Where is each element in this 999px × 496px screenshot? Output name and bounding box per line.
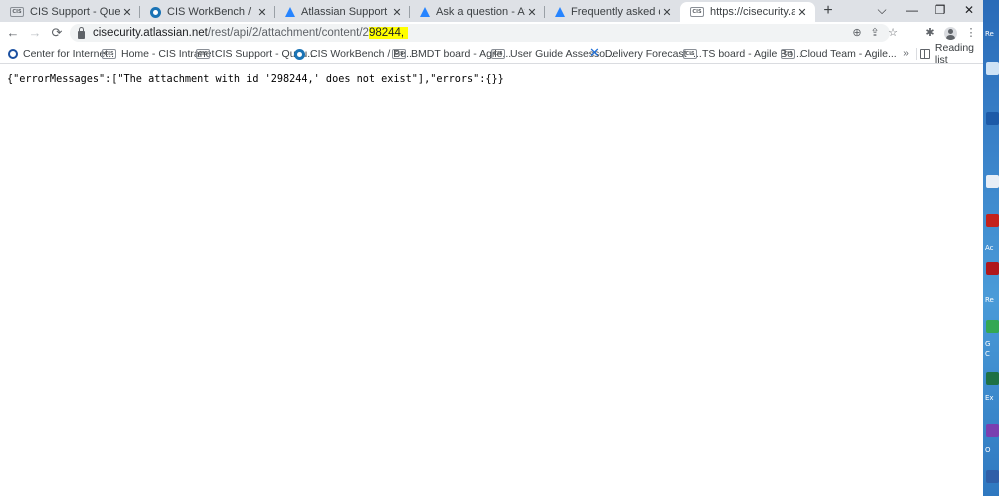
desktop-icon-label: O: [985, 446, 991, 454]
tab-search-button[interactable]: ⌵: [867, 0, 897, 22]
back-button[interactable]: ←: [4, 24, 22, 42]
cis-favicon-icon: CIS: [392, 49, 406, 59]
atlassian-favicon-icon: [420, 7, 430, 17]
close-tab-icon[interactable]: ✕: [525, 6, 539, 19]
json-error-response: {"errorMessages":["The attachment with i…: [7, 74, 504, 85]
tab-title: Ask a question - Atlassian C: [436, 6, 525, 18]
bookmark-center-for-internet[interactable]: Center for Internet...: [8, 46, 117, 62]
tab-active-attachment[interactable]: CIS https://cisecurity.atlassian.n ✕: [680, 2, 815, 22]
tab-atlassian-support[interactable]: Atlassian Support ✕: [275, 2, 410, 22]
close-tab-icon[interactable]: ✕: [795, 6, 809, 19]
cis-favicon-icon: CIS: [102, 49, 116, 59]
reload-button[interactable]: ⟳: [48, 24, 66, 42]
desktop-app-icon[interactable]: [986, 372, 999, 385]
page-content: {"errorMessages":["The attachment with i…: [0, 65, 983, 496]
workbench-favicon-icon: [150, 6, 161, 18]
browser-menu-icon[interactable]: ⋮: [962, 24, 980, 42]
tab-cis-support-queues[interactable]: CIS CIS Support - Queues - Serv ✕: [0, 2, 140, 22]
desktop-app-icon[interactable]: [986, 112, 999, 125]
close-tab-icon[interactable]: ✕: [660, 6, 674, 19]
desktop-background: Re Ac Re G C Ex O: [983, 0, 999, 496]
desktop-app-icon[interactable]: [986, 214, 999, 227]
close-tab-icon[interactable]: ✕: [390, 6, 404, 19]
confluence-favicon-icon: ✕: [589, 46, 600, 61]
lock-icon[interactable]: [78, 26, 85, 39]
close-tab-icon[interactable]: ✕: [255, 6, 269, 19]
url-highlighted-segment: 98244,: [368, 27, 409, 39]
desktop-app-icon[interactable]: [986, 320, 999, 333]
forward-button[interactable]: →: [26, 24, 44, 42]
close-tab-icon[interactable]: ✕: [120, 6, 134, 19]
desktop-app-icon[interactable]: [986, 424, 999, 437]
tab-title: https://cisecurity.atlassian.n: [710, 6, 795, 18]
cis-favicon-icon: CIS: [196, 49, 210, 59]
minimize-button[interactable]: —: [897, 0, 927, 22]
tab-cis-workbench[interactable]: CIS WorkBench / Benchmark ✕: [140, 2, 275, 22]
bookmarks-overflow-button[interactable]: »: [900, 46, 912, 62]
tab-title: Frequently asked questions: [571, 6, 660, 18]
close-window-button[interactable]: ✕: [954, 0, 984, 22]
desktop-app-icon[interactable]: [986, 62, 999, 75]
tab-strip: CIS CIS Support - Queues - Serv ✕ CIS Wo…: [0, 0, 983, 22]
desktop-app-icon[interactable]: [986, 175, 999, 188]
bookmark-label: Cloud Team - Agile...: [800, 48, 897, 60]
desktop-icon-label: Ac: [985, 244, 994, 252]
url-text[interactable]: cisecurity.atlassian.net/rest/api/2/atta…: [93, 27, 409, 39]
cis-favicon-icon: CIS: [690, 7, 704, 17]
desktop-icon-label: C: [985, 350, 990, 358]
desktop-app-icon[interactable]: [986, 470, 999, 483]
tab-ask-a-question[interactable]: Ask a question - Atlassian C ✕: [410, 2, 545, 22]
desktop-icon-label: Re: [985, 30, 994, 38]
extensions-icon[interactable]: ✱: [921, 24, 939, 42]
profile-avatar-icon[interactable]: [944, 27, 957, 40]
tab-title: Atlassian Support: [301, 6, 388, 18]
bookmarks-bar: Center for Internet... CIS Home - CIS In…: [0, 42, 983, 66]
cis-favicon-icon: CIS: [683, 49, 697, 59]
cis-favicon-icon: CIS: [491, 49, 505, 59]
desktop-icon-label: G: [985, 340, 991, 348]
zoom-icon[interactable]: ⊕: [848, 24, 866, 42]
workbench-favicon-icon: [294, 48, 305, 60]
tab-faq[interactable]: Frequently asked questions ✕: [545, 2, 680, 22]
bookmarks-divider: [916, 48, 917, 60]
browser-window: CIS CIS Support - Queues - Serv ✕ CIS Wo…: [0, 0, 983, 496]
tab-title: CIS Support - Queues - Serv: [30, 6, 120, 18]
address-bar[interactable]: cisecurity.atlassian.net/rest/api/2/atta…: [70, 24, 898, 42]
reading-list-icon: [920, 49, 930, 59]
new-tab-button[interactable]: +: [820, 2, 836, 20]
restore-button[interactable]: ❐: [925, 0, 955, 22]
desktop-app-icon[interactable]: [986, 262, 999, 275]
reading-list-button[interactable]: Reading list: [920, 42, 983, 66]
reading-list-label: Reading list: [934, 42, 975, 66]
url-host: cisecurity.atlassian.net: [93, 27, 208, 39]
share-icon[interactable]: ⇪: [866, 24, 884, 42]
bookmark-cloud-team[interactable]: CIS Cloud Team - Agile...: [781, 46, 897, 62]
atlassian-favicon-icon: [555, 7, 565, 17]
cis-favicon-icon: CIS: [781, 49, 795, 59]
url-path: /rest/api/2/attachment/content/2: [207, 27, 369, 39]
tab-title: CIS WorkBench / Benchmark: [167, 6, 255, 18]
atlassian-favicon-icon: [285, 7, 295, 17]
cis-ring-favicon-icon: [8, 49, 18, 59]
cis-favicon-icon: CIS: [10, 7, 24, 17]
desktop-icon-label: Re: [985, 296, 994, 304]
desktop-icon-label: Ex: [985, 394, 994, 402]
bookmark-star-icon[interactable]: ☆: [884, 24, 902, 42]
browser-toolbar: ← → ⟳ cisecurity.atlassian.net/rest/api/…: [0, 22, 983, 44]
